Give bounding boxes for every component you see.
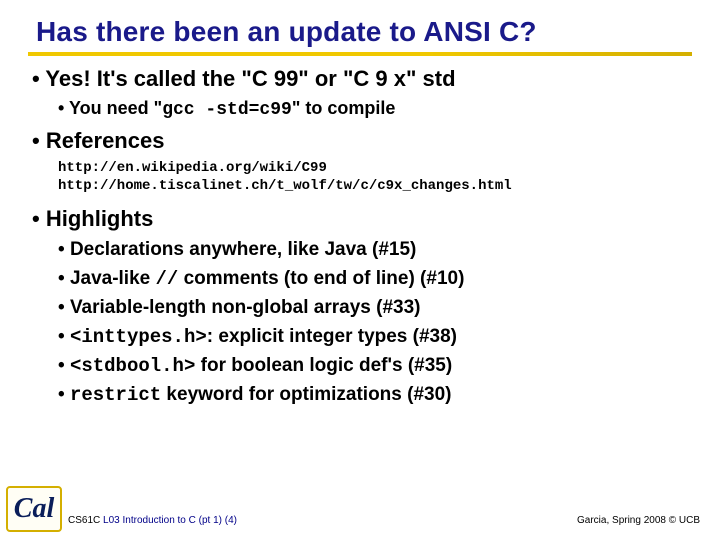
slide: Has there been an update to ANSI C? • Ye… xyxy=(0,0,720,540)
bullet-references: • References xyxy=(32,128,692,154)
bullet-yes-c99: • Yes! It's called the "C 99" or "C 9 x"… xyxy=(32,66,692,92)
reference-link-tiscalinet: http://home.tiscalinet.ch/t_wolf/tw/c/c9… xyxy=(58,178,692,194)
reference-link-wikipedia: http://en.wikipedia.org/wiki/C99 xyxy=(58,160,692,176)
footer-course: CS61C xyxy=(68,515,100,526)
text-pre: Java-like xyxy=(70,268,156,289)
footer-page: (4) xyxy=(225,515,237,526)
text-pre: You need " xyxy=(69,98,162,118)
text: Variable-length non-global arrays (#33) xyxy=(70,297,421,318)
footer-right: Garcia, Spring 2008 © UCB xyxy=(577,515,700,526)
text-post: : explicit integer types (#38) xyxy=(207,326,457,347)
text-post: keyword for optimizations (#30) xyxy=(161,384,451,405)
title-underline xyxy=(28,52,692,56)
footer-lecture: L03 Introduction to C (pt 1) xyxy=(103,515,225,526)
bullet-text: References xyxy=(46,128,165,153)
bullet-gcc-compile: • You need "gcc -std=c99" to compile xyxy=(58,98,692,120)
text: Declarations anywhere, like Java (#15) xyxy=(70,239,416,260)
code-slash-slash: // xyxy=(156,268,179,290)
code-restrict: restrict xyxy=(70,384,161,406)
footer-left: CS61C L03 Introduction to C (pt 1) (4) xyxy=(68,515,237,526)
code-inttypes: <inttypes.h> xyxy=(70,326,207,348)
cal-logo: Cal xyxy=(6,486,62,532)
highlight-declarations: • Declarations anywhere, like Java (#15) xyxy=(58,239,692,261)
code-gcc-std: gcc -std=c99 xyxy=(162,100,292,120)
bullet-text: Highlights xyxy=(46,206,154,231)
highlight-vla: • Variable-length non-global arrays (#33… xyxy=(58,297,692,319)
bullet-text: Yes! It's called the "C 99" or "C 9 x" s… xyxy=(45,66,455,91)
highlight-inttypes: • <inttypes.h>: explicit integer types (… xyxy=(58,326,692,348)
code-stdbool: <stdbool.h> xyxy=(70,355,195,377)
logo-text: Cal xyxy=(14,493,54,525)
slide-title: Has there been an update to ANSI C? xyxy=(36,16,692,48)
highlight-stdbool: • <stdbool.h> for boolean logic def's (#… xyxy=(58,355,692,377)
text-post: " to compile xyxy=(292,98,396,118)
bullet-highlights: • Highlights xyxy=(32,206,692,232)
highlight-restrict: • restrict keyword for optimizations (#3… xyxy=(58,384,692,406)
text-post: for boolean logic def's (#35) xyxy=(195,355,452,376)
text-post: comments (to end of line) (#10) xyxy=(178,268,464,289)
highlight-comments: • Java-like // comments (to end of line)… xyxy=(58,268,692,290)
